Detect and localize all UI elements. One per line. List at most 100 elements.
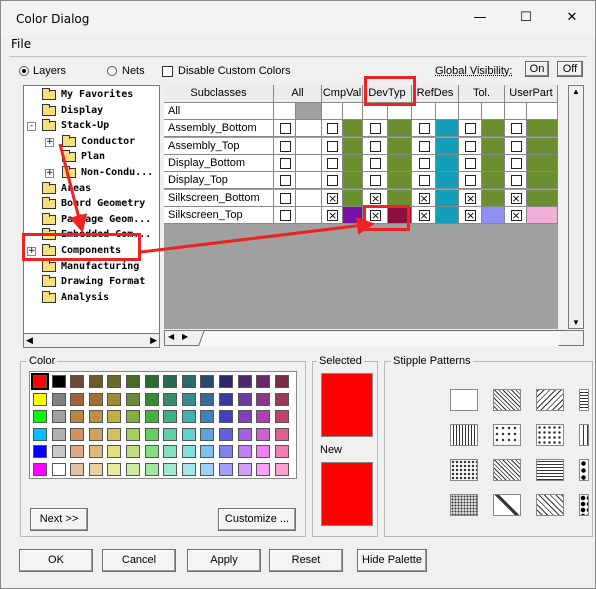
color-swatch-cell[interactable] xyxy=(436,103,459,120)
tree-item[interactable]: Areas xyxy=(24,181,159,197)
visibility-cell[interactable] xyxy=(459,103,482,120)
visibility-cell[interactable]: × xyxy=(322,206,343,224)
stipple-pattern[interactable] xyxy=(579,494,589,516)
stipple-pattern[interactable] xyxy=(579,389,589,411)
palette-color[interactable] xyxy=(237,445,252,458)
visibility-cell[interactable] xyxy=(322,137,343,155)
scroll-left-icon[interactable]: ◀ xyxy=(26,335,33,346)
color-swatch-cell[interactable] xyxy=(436,120,459,138)
visibility-cell[interactable] xyxy=(505,172,527,190)
minimize-icon[interactable]: — xyxy=(457,1,503,35)
visibility-cell[interactable] xyxy=(459,154,482,172)
tree-item[interactable]: Drawing Format xyxy=(24,275,159,290)
visibility-cell[interactable]: × xyxy=(322,189,343,207)
visibility-cell[interactable]: × xyxy=(505,206,527,224)
color-swatch-cell[interactable] xyxy=(436,206,459,224)
palette-color[interactable] xyxy=(163,375,178,388)
palette-color[interactable] xyxy=(181,410,196,423)
palette-color[interactable] xyxy=(107,445,122,458)
stipple-pattern[interactable] xyxy=(536,389,564,411)
visibility-cell[interactable] xyxy=(412,120,436,138)
color-swatch-cell[interactable] xyxy=(343,137,363,155)
palette-color[interactable] xyxy=(144,392,159,406)
color-swatch-cell[interactable] xyxy=(296,172,322,190)
visibility-checkbox[interactable] xyxy=(279,192,291,204)
palette-color[interactable] xyxy=(163,427,178,441)
visibility-cell[interactable] xyxy=(363,120,388,138)
palette-color[interactable] xyxy=(256,462,271,476)
menu-file[interactable]: File xyxy=(11,37,31,51)
expand-icon[interactable]: + xyxy=(45,137,54,147)
stipple-pattern[interactable] xyxy=(450,494,478,516)
tree-item[interactable]: Package Geom... xyxy=(24,212,159,228)
palette-color[interactable] xyxy=(31,373,49,390)
palette-color[interactable] xyxy=(70,375,85,388)
visibility-cell[interactable] xyxy=(322,103,343,120)
palette-color[interactable] xyxy=(219,375,233,388)
visibility-cell[interactable] xyxy=(505,137,527,155)
color-swatch-cell[interactable] xyxy=(388,172,412,190)
visibility-cell[interactable] xyxy=(459,172,482,190)
visibility-checkbox[interactable]: × xyxy=(465,209,476,221)
stipple-pattern[interactable] xyxy=(493,459,521,481)
palette-color[interactable] xyxy=(88,462,103,476)
palette-color[interactable] xyxy=(219,445,233,458)
visibility-checkbox[interactable] xyxy=(370,140,381,152)
color-swatch-cell[interactable] xyxy=(482,206,505,224)
visibility-checkbox[interactable] xyxy=(327,175,338,187)
palette-color[interactable] xyxy=(237,462,252,476)
color-swatch-cell[interactable] xyxy=(482,137,505,155)
palette-color[interactable] xyxy=(126,392,140,406)
visibility-checkbox[interactable]: × xyxy=(327,209,338,221)
palette-color[interactable] xyxy=(70,445,85,458)
color-swatch-cell[interactable] xyxy=(527,206,558,224)
visibility-cell[interactable] xyxy=(412,172,436,190)
color-swatch-cell[interactable] xyxy=(343,206,363,224)
stipple-pattern[interactable] xyxy=(450,424,478,446)
palette-color[interactable] xyxy=(163,462,178,476)
customize-button[interactable]: Customize ... xyxy=(218,508,296,531)
stipple-pattern[interactable] xyxy=(493,424,521,446)
stipple-pattern[interactable] xyxy=(450,459,478,481)
color-swatch-cell[interactable] xyxy=(527,172,558,190)
color-swatch-cell[interactable] xyxy=(296,154,322,172)
palette-color[interactable] xyxy=(163,445,178,458)
reset-button[interactable]: Reset xyxy=(269,549,343,572)
hide-palette-button[interactable]: Hide Palette xyxy=(357,549,427,572)
visibility-checkbox[interactable]: × xyxy=(370,192,381,204)
visibility-checkbox[interactable]: × xyxy=(327,192,338,204)
visibility-checkbox[interactable] xyxy=(465,140,476,152)
scroll-down-icon[interactable]: ▼ xyxy=(572,318,580,327)
visibility-cell[interactable] xyxy=(459,120,482,138)
palette-color[interactable] xyxy=(219,462,233,476)
column-header[interactable]: RefDes xyxy=(412,85,459,103)
palette-color[interactable] xyxy=(200,410,215,423)
palette-color[interactable] xyxy=(70,392,85,406)
palette-color[interactable] xyxy=(274,375,289,388)
palette-color[interactable] xyxy=(33,427,47,441)
palette-color[interactable] xyxy=(33,462,47,476)
color-swatch-cell[interactable] xyxy=(343,189,363,207)
scroll-up-icon[interactable]: ▲ xyxy=(572,87,580,96)
layers-radio[interactable] xyxy=(19,66,29,76)
palette-color[interactable] xyxy=(181,427,196,441)
color-swatch-cell[interactable] xyxy=(436,172,459,190)
scroll-right-icon[interactable]: ▶ xyxy=(182,332,188,341)
visibility-checkbox[interactable] xyxy=(510,175,522,187)
visibility-cell[interactable] xyxy=(363,137,388,155)
palette-color[interactable] xyxy=(126,445,140,458)
visibility-cell[interactable] xyxy=(322,154,343,172)
visibility-cell[interactable] xyxy=(412,154,436,172)
visibility-checkbox[interactable] xyxy=(279,157,291,169)
color-swatch-cell[interactable] xyxy=(296,206,322,224)
palette-color[interactable] xyxy=(237,410,252,423)
color-swatch-cell[interactable] xyxy=(527,154,558,172)
color-swatch-cell[interactable] xyxy=(436,154,459,172)
palette-color[interactable] xyxy=(200,445,215,458)
visibility-cell[interactable]: × xyxy=(412,189,436,207)
palette-color[interactable] xyxy=(144,375,159,388)
color-swatch-cell[interactable] xyxy=(527,103,558,120)
palette-color[interactable] xyxy=(237,375,252,388)
visibility-cell[interactable] xyxy=(274,137,296,155)
palette-color[interactable] xyxy=(107,375,122,388)
